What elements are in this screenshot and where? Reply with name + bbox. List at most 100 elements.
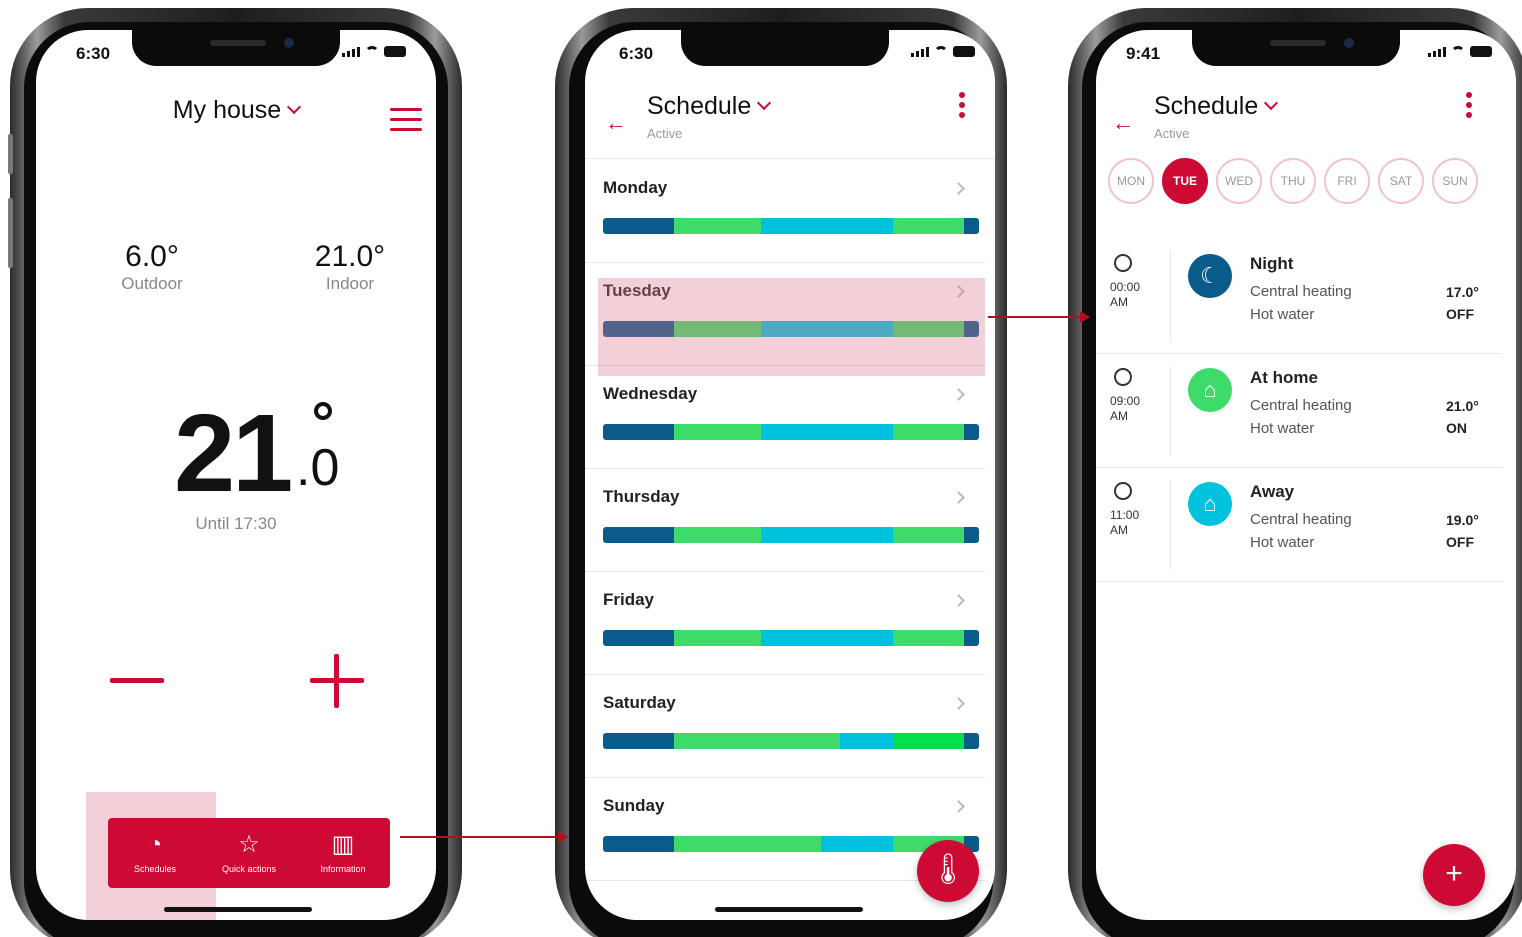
day-name: Friday bbox=[603, 590, 655, 609]
timeline-segment-home bbox=[892, 218, 964, 234]
away-icon: ⌂ bbox=[1188, 482, 1232, 526]
timeline-segment-home bbox=[674, 424, 761, 440]
day-row-friday[interactable]: Friday bbox=[585, 572, 985, 675]
schedule-timeline bbox=[603, 218, 979, 234]
timeline-segment-eco bbox=[892, 733, 964, 749]
schedule-timeline bbox=[603, 424, 979, 440]
more-options-icon[interactable] bbox=[1466, 92, 1472, 122]
more-options-icon[interactable] bbox=[959, 92, 965, 122]
water-label: Hot water bbox=[1250, 534, 1315, 551]
schedule-timeline bbox=[603, 733, 979, 749]
timeline-segment-away bbox=[839, 733, 893, 749]
back-arrow-icon[interactable]: ← bbox=[1112, 110, 1134, 136]
timeline-segment-away bbox=[821, 836, 893, 852]
schedule-selector[interactable]: Schedule bbox=[1154, 92, 1279, 121]
day-name: Saturday bbox=[603, 693, 676, 712]
schedule-entry[interactable]: 11:00 AM ⌂ Away Central heating Hot water 19.0… bbox=[1096, 468, 1502, 582]
day-pill-mon[interactable]: MON bbox=[1108, 158, 1154, 204]
timeline-segment-away bbox=[760, 527, 893, 543]
signal-icon bbox=[1428, 47, 1446, 57]
timeline-segment-home bbox=[892, 630, 964, 646]
day-name: Wednesday bbox=[603, 384, 698, 403]
day-row-monday[interactable]: Monday bbox=[585, 160, 985, 263]
notch bbox=[132, 30, 340, 66]
plus-icon: + bbox=[1445, 857, 1463, 890]
indoor-temperature: 21.0° Indoor bbox=[290, 240, 410, 294]
day-pill-wed[interactable]: WED bbox=[1216, 158, 1262, 204]
indoor-label: Indoor bbox=[325, 274, 375, 293]
moon-icon: ☾ bbox=[1188, 254, 1232, 298]
water-value: OFF bbox=[1446, 306, 1474, 322]
schedule-timeline bbox=[603, 527, 979, 543]
back-arrow-icon[interactable]: ← bbox=[605, 110, 627, 136]
decrease-button[interactable] bbox=[110, 678, 164, 683]
heating-value: 17.0° bbox=[1446, 284, 1479, 300]
timeline-segment-night bbox=[963, 527, 979, 543]
schedule-entry[interactable]: 00:00 AM ☾ Night Central heating Hot water 17.… bbox=[1096, 240, 1502, 354]
home-screen: 6:30 My house 6.0° Outdoor 21.0° Indoor … bbox=[36, 30, 436, 920]
timeline-segment-night bbox=[963, 733, 979, 749]
house-selector[interactable]: My house bbox=[36, 96, 436, 125]
day-pill-tue[interactable]: TUE bbox=[1162, 158, 1208, 204]
nav-schedules[interactable]: ◔ Schedules bbox=[108, 818, 202, 888]
day-name: Sunday bbox=[603, 796, 665, 815]
notch bbox=[681, 30, 889, 66]
water-label: Hot water bbox=[1250, 420, 1315, 437]
chevron-down-icon bbox=[757, 95, 772, 111]
timeline-segment-home bbox=[674, 630, 761, 646]
add-entry-button[interactable]: + bbox=[1423, 844, 1485, 906]
entry-time: 11:00 AM bbox=[1110, 508, 1140, 537]
clock-icon bbox=[1114, 254, 1132, 272]
timeline-segment-home bbox=[674, 836, 822, 852]
outdoor-temperature: 6.0° Outdoor bbox=[92, 240, 212, 294]
chevron-down-icon bbox=[1264, 95, 1279, 111]
schedule-icon: ◔ bbox=[147, 831, 163, 858]
day-row-thursday[interactable]: Thursday bbox=[585, 469, 985, 572]
home-indicator bbox=[715, 907, 863, 912]
day-pill-fri[interactable]: FRI bbox=[1324, 158, 1370, 204]
timeline-segment-home bbox=[892, 424, 964, 440]
phone-schedule-day: 9:41 ← Schedule Active MON TUE WED THU FRI SA… bbox=[1068, 8, 1522, 937]
schedule-status: Active bbox=[647, 126, 683, 141]
timeline-segment-home bbox=[674, 527, 761, 543]
day-pill-thu[interactable]: THU bbox=[1270, 158, 1316, 204]
battery-icon bbox=[384, 46, 406, 57]
status-icons bbox=[911, 46, 975, 57]
notch bbox=[1192, 30, 1400, 66]
timeline-segment-night bbox=[963, 424, 979, 440]
nav-information[interactable]: ▥ Information bbox=[296, 818, 390, 888]
outdoor-label: Outdoor bbox=[121, 274, 183, 293]
temperature-fab[interactable]: 🌡 bbox=[917, 840, 979, 902]
schedule-week-screen: 6:30 ← Schedule Active Monday Tuesday Wedn… bbox=[585, 30, 995, 920]
status-time: 6:30 bbox=[619, 44, 654, 63]
day-row-saturday[interactable]: Saturday bbox=[585, 675, 985, 778]
schedule-selector[interactable]: Schedule bbox=[647, 92, 772, 121]
nav-quick-actions[interactable]: ☆ Quick actions bbox=[202, 818, 296, 888]
timeline-segment-night bbox=[963, 218, 979, 234]
menu-icon[interactable] bbox=[390, 108, 422, 138]
timeline-segment-night bbox=[603, 218, 675, 234]
schedule-entry[interactable]: 09:00 AM ⌂ At home Central heating Hot water 2… bbox=[1096, 354, 1502, 468]
chevron-right-icon bbox=[952, 697, 965, 710]
signal-icon bbox=[911, 47, 929, 57]
battery-icon bbox=[1470, 46, 1492, 57]
day-pill-sat[interactable]: SAT bbox=[1378, 158, 1424, 204]
day-row-wednesday[interactable]: Wednesday bbox=[585, 366, 985, 469]
entry-time: 00:00 AM bbox=[1110, 280, 1141, 309]
thermometer-icon: 🌡 bbox=[928, 853, 968, 886]
heating-label: Central heating bbox=[1250, 511, 1352, 528]
entry-name: Away bbox=[1250, 482, 1295, 501]
battery-icon bbox=[953, 46, 975, 57]
timeline-segment-away bbox=[760, 218, 893, 234]
timeline-segment-away bbox=[760, 424, 893, 440]
house-name: My house bbox=[172, 96, 282, 124]
day-pill-sun[interactable]: SUN bbox=[1432, 158, 1478, 204]
setpoint-decimal: .0 bbox=[296, 439, 340, 497]
quick-actions-icon: ☆ bbox=[238, 831, 260, 858]
phone-home: 6:30 My house 6.0° Outdoor 21.0° Indoor … bbox=[8, 8, 462, 937]
timeline-segment-night bbox=[603, 836, 675, 852]
chevron-right-icon bbox=[952, 491, 965, 504]
heating-label: Central heating bbox=[1250, 283, 1352, 300]
timeline-segment-night bbox=[963, 630, 979, 646]
flow-arrow-1 bbox=[400, 831, 568, 843]
